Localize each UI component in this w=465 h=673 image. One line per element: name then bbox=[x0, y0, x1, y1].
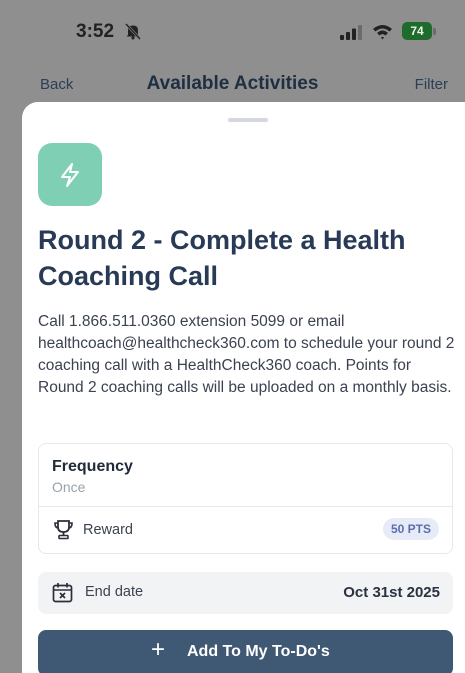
activity-title: Round 2 - Complete a Health Coaching Cal… bbox=[38, 225, 406, 291]
trophy-icon bbox=[54, 520, 73, 540]
reward-label: Reward bbox=[83, 522, 133, 538]
activity-icon-badge bbox=[38, 143, 102, 206]
end-date-value: Oct 31st 2025 bbox=[343, 584, 440, 601]
wifi-icon bbox=[373, 25, 392, 40]
end-date-label: End date bbox=[85, 584, 144, 600]
nav-bar: Back Available Activities Filter bbox=[0, 66, 465, 106]
end-date-row: End date Oct 31st 2025 bbox=[38, 572, 453, 614]
add-to-todos-label: Add To My To-Do's bbox=[187, 643, 330, 660]
activity-description: Call 1.866.511.0360 extension 5099 or em… bbox=[38, 313, 455, 396]
reward-points-badge: 50 PTS bbox=[382, 518, 439, 540]
cellular-signal-icon bbox=[340, 25, 362, 40]
calendar-x-icon bbox=[52, 583, 73, 603]
battery-level: 74 bbox=[410, 24, 424, 38]
page-title: Available Activities bbox=[146, 73, 319, 94]
plus-icon: + bbox=[151, 636, 166, 663]
battery-icon: 74 bbox=[402, 22, 432, 40]
bell-slash-icon bbox=[125, 23, 141, 40]
status-bar: 3:52 74 bbox=[0, 0, 465, 66]
activity-details-card: Frequency Once Reward 50 PTS bbox=[38, 443, 453, 554]
add-to-todos-button[interactable]: + Add To My To-Do's bbox=[38, 630, 453, 673]
battery-tip bbox=[433, 28, 436, 35]
filter-button[interactable]: Filter bbox=[415, 76, 448, 93]
sheet-grabber[interactable] bbox=[228, 118, 268, 122]
status-time: 3:52 bbox=[76, 21, 115, 42]
frequency-value: Once bbox=[52, 479, 86, 495]
frequency-label: Frequency bbox=[52, 458, 133, 475]
card-divider bbox=[39, 506, 452, 507]
lightning-bolt-icon bbox=[61, 163, 79, 187]
